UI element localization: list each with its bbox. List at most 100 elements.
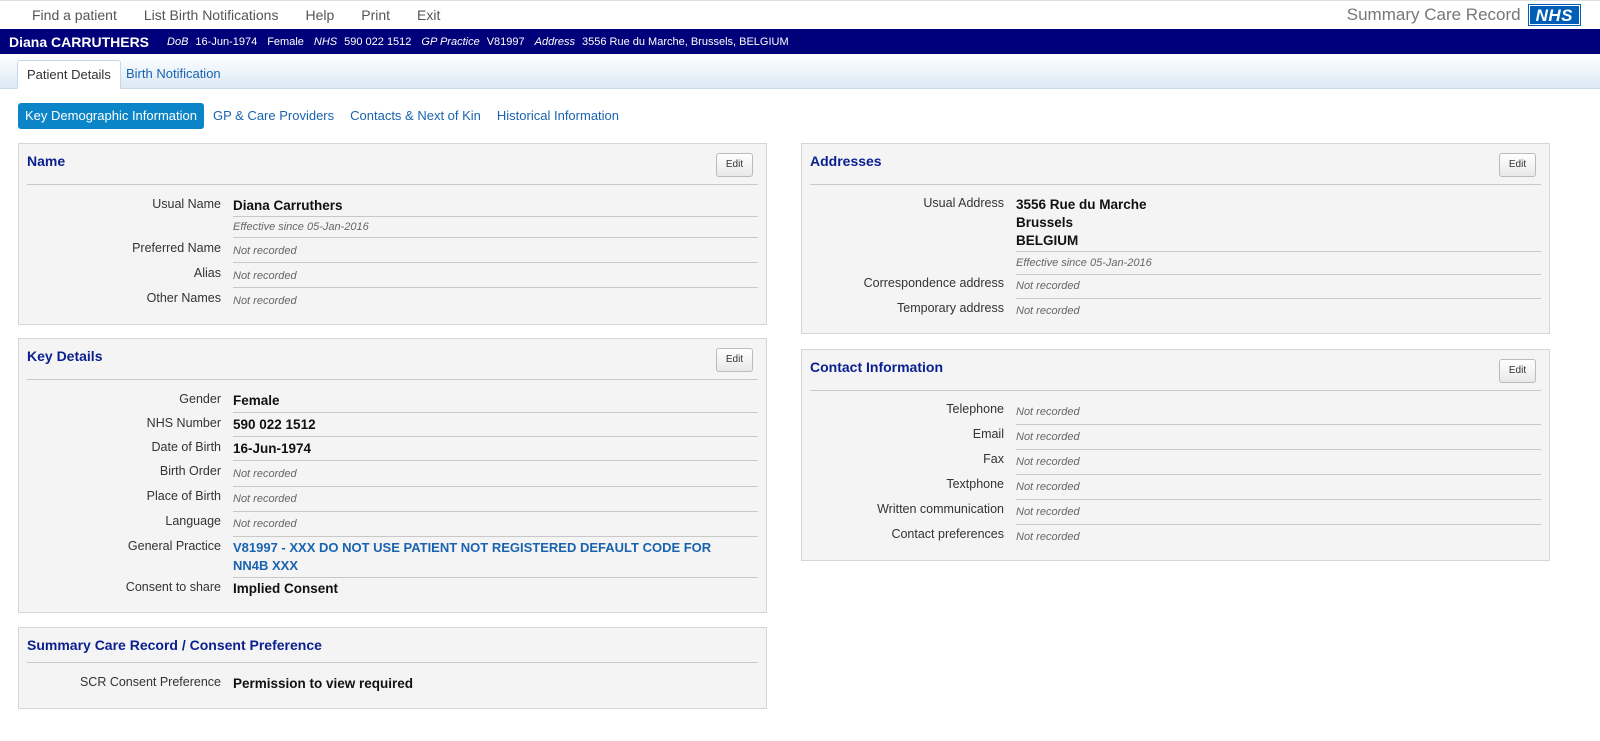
- nhs-logo: NHS: [1527, 4, 1582, 26]
- dob-row: Date of Birth 16-Jun-1974: [27, 440, 758, 462]
- tab-birth-notification[interactable]: Birth Notification: [117, 60, 230, 89]
- usual-address-value: 3556 Rue du Marche Brussels BELGIUM Effe…: [1016, 196, 1541, 275]
- section-nav: Key Demographic Information GP & Care Pr…: [18, 103, 635, 129]
- general-practice-label: General Practice: [127, 539, 221, 553]
- contact-information-title: Contact Information: [810, 359, 943, 375]
- other-names-label: Other Names: [146, 291, 221, 305]
- nav-contacts-next-of-kin[interactable]: Contacts & Next of Kin: [350, 103, 481, 129]
- telephone-row: Telephone Not recorded: [810, 402, 1541, 425]
- alias-value: Not recorded: [233, 266, 758, 288]
- name-edit-button[interactable]: Edit: [716, 153, 753, 177]
- menu-help[interactable]: Help: [305, 7, 334, 23]
- consent-value: Implied Consent: [233, 581, 339, 596]
- addresses-edit-button[interactable]: Edit: [1499, 153, 1536, 177]
- menu-exit[interactable]: Exit: [417, 7, 440, 23]
- addresses-title: Addresses: [810, 153, 882, 169]
- consent-row: Consent to share Implied Consent: [27, 580, 758, 602]
- menu-list-birth-notifications[interactable]: List Birth Notifications: [144, 7, 279, 23]
- address-line-2: Brussels: [1016, 215, 1074, 230]
- addresses-panel: Addresses Edit Usual Address 3556 Rue du…: [801, 143, 1550, 334]
- nav-gp-care-providers[interactable]: GP & Care Providers: [213, 103, 334, 129]
- top-menu: Find a patient List Birth Notifications …: [32, 7, 467, 23]
- place-of-birth-label: Place of Birth: [146, 489, 221, 503]
- key-details-edit-button[interactable]: Edit: [716, 348, 753, 372]
- tab-patient-details[interactable]: Patient Details: [17, 60, 121, 89]
- language-label: Language: [165, 514, 221, 528]
- preferred-name-value: Not recorded: [233, 241, 758, 263]
- written-communication-row: Written communication Not recorded: [810, 502, 1541, 525]
- menu-find-patient[interactable]: Find a patient: [32, 7, 117, 23]
- contact-information-panel: Contact Information Edit Telephone Not r…: [801, 349, 1550, 561]
- nhs-label: NHS: [313, 35, 338, 48]
- gp-practice-value: V81997: [486, 35, 525, 48]
- fax-row: Fax Not recorded: [810, 452, 1541, 475]
- correspondence-address-label: Correspondence address: [863, 276, 1004, 290]
- nhs-value: 590 022 1512: [344, 35, 412, 48]
- general-practice-row: General Practice V81997 - XXX DO NOT USE…: [27, 539, 758, 578]
- menu-print[interactable]: Print: [361, 7, 390, 23]
- gender-value: Female: [233, 392, 758, 413]
- preferred-name-row: Preferred Name Not recorded: [27, 241, 758, 263]
- written-communication-value: Not recorded: [1016, 502, 1541, 525]
- gp-practice-label: GP Practice: [421, 35, 480, 48]
- contact-preferences-row: Contact preferences Not recorded: [810, 527, 1541, 549]
- nhs-number-label: NHS Number: [146, 416, 221, 430]
- top-menu-bar: Find a patient List Birth Notifications …: [0, 0, 1600, 29]
- dob-value: 16-Jun-1974: [233, 440, 758, 461]
- usual-name-label: Usual Name: [152, 197, 221, 211]
- nav-key-demographic-information[interactable]: Key Demographic Information: [18, 103, 204, 129]
- temporary-address-row: Temporary address Not recorded: [810, 301, 1541, 323]
- alias-label: Alias: [193, 266, 221, 280]
- key-details-title: Key Details: [27, 348, 103, 364]
- fax-value: Not recorded: [1016, 452, 1541, 475]
- textphone-label: Textphone: [946, 477, 1004, 491]
- telephone-value: Not recorded: [1016, 402, 1541, 425]
- nhs-number-value: 590 022 1512: [233, 416, 758, 437]
- usual-name-effective: Effective since 05-Jan-2016: [233, 217, 758, 238]
- scr-consent-title: Summary Care Record / Consent Preference: [27, 637, 322, 653]
- contact-preferences-label: Contact preferences: [891, 527, 1004, 541]
- usual-address-effective: Effective since 05-Jan-2016: [1016, 252, 1541, 275]
- divider: [27, 662, 758, 663]
- temporary-address-value: Not recorded: [1016, 305, 1080, 317]
- gender-label: Gender: [179, 392, 221, 406]
- email-value: Not recorded: [1016, 427, 1541, 450]
- nav-historical-information[interactable]: Historical Information: [497, 103, 619, 129]
- birth-order-value: Not recorded: [233, 464, 758, 487]
- usual-name-value-cell: Diana Carruthers Effective since 05-Jan-…: [233, 197, 758, 238]
- place-of-birth-value: Not recorded: [233, 489, 758, 512]
- usual-address-label: Usual Address: [923, 196, 1004, 210]
- consent-label: Consent to share: [125, 580, 221, 594]
- key-details-panel: Key Details Edit Gender Female NHS Numbe…: [18, 338, 767, 613]
- place-of-birth-row: Place of Birth Not recorded: [27, 489, 758, 512]
- correspondence-address-row: Correspondence address Not recorded: [810, 276, 1541, 299]
- tab-bar: Patient Details Birth Notification: [0, 54, 1600, 89]
- fax-label: Fax: [983, 452, 1004, 466]
- preferred-name-label: Preferred Name: [132, 241, 221, 255]
- telephone-label: Telephone: [946, 402, 1004, 416]
- divider: [810, 184, 1541, 185]
- gender-row: Gender Female: [27, 392, 758, 414]
- divider: [810, 390, 1541, 391]
- name-panel-title: Name: [27, 153, 66, 169]
- divider: [27, 184, 758, 185]
- scr-consent-label: SCR Consent Preference: [79, 675, 221, 689]
- nhs-number-row: NHS Number 590 022 1512: [27, 416, 758, 438]
- contact-edit-button[interactable]: Edit: [1499, 359, 1536, 383]
- address-line-3: BELGIUM: [1016, 233, 1079, 248]
- scr-consent-value: Permission to view required: [233, 676, 414, 691]
- name-panel: Name Edit Usual Name Diana Carruthers Ef…: [18, 143, 767, 325]
- correspondence-address-value: Not recorded: [1016, 276, 1541, 299]
- gender-value: Female: [267, 35, 304, 48]
- address-line-1: 3556 Rue du Marche: [1016, 197, 1147, 212]
- patient-banner: Diana CARRUTHERS DoB 16-Jun-1974 Female …: [0, 29, 1600, 54]
- brand: Summary Care Record NHS: [1346, 4, 1582, 26]
- dob-value: 16-Jun-1974: [195, 35, 258, 48]
- general-practice-link[interactable]: V81997 - XXX DO NOT USE PATIENT NOT REGI…: [233, 539, 758, 578]
- brand-title: Summary Care Record: [1346, 5, 1521, 24]
- birth-order-row: Birth Order Not recorded: [27, 464, 758, 487]
- temporary-address-label: Temporary address: [897, 301, 1004, 315]
- dob-label: Date of Birth: [151, 440, 221, 454]
- language-row: Language Not recorded: [27, 514, 758, 537]
- address-value: 3556 Rue du Marche, Brussels, BELGIUM: [582, 35, 789, 48]
